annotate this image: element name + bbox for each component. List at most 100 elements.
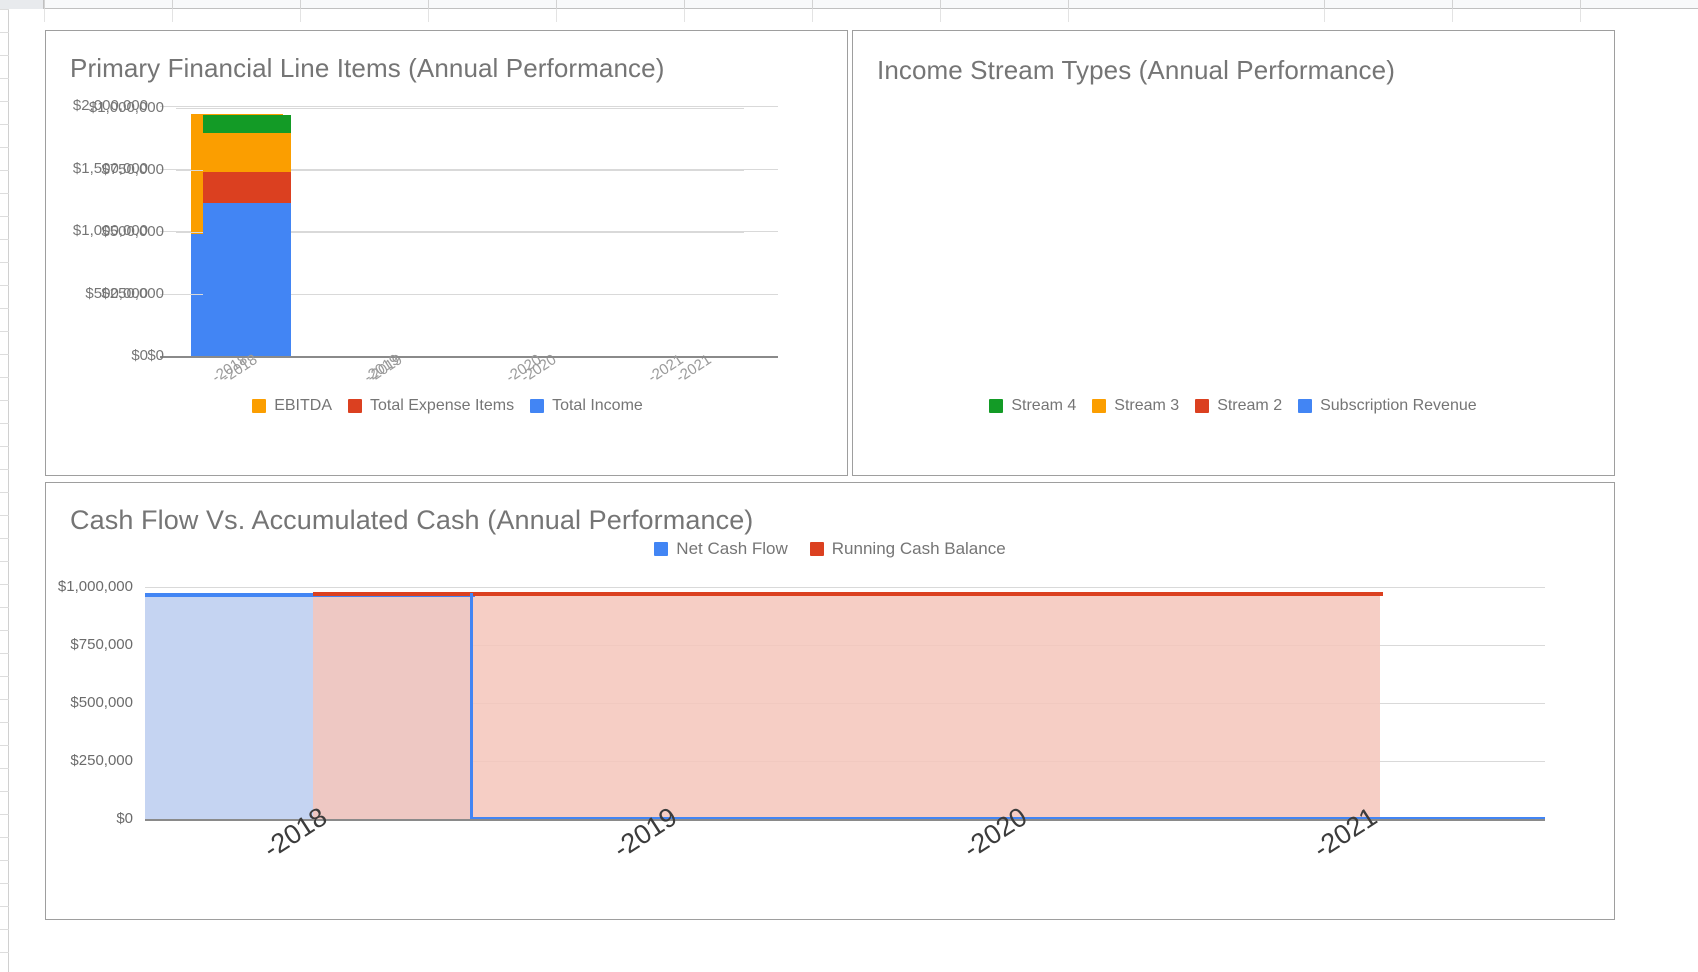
legend-swatch-subscription-revenue — [1298, 399, 1313, 413]
column-divider — [1580, 0, 1581, 9]
sheet-gridline-vertical — [684, 9, 685, 22]
column-divider — [172, 0, 173, 9]
legend-label: Subscription Revenue — [1320, 397, 1477, 414]
bar-segment-stream-4[interactable] — [203, 115, 291, 133]
legend-label: Stream 3 — [1114, 397, 1180, 414]
chart-legend: Net Cash Flow Running Cash Balance — [46, 539, 1614, 559]
row-divider — [0, 469, 9, 470]
row-divider — [0, 285, 9, 286]
row-divider — [0, 193, 9, 194]
sheet-gridline-vertical — [428, 9, 429, 22]
bar-segment-subscription-revenue[interactable] — [203, 203, 291, 356]
row-divider — [0, 216, 9, 217]
row-divider — [0, 308, 9, 309]
row-divider — [0, 262, 9, 263]
legend-item[interactable]: EBITDA — [252, 397, 332, 415]
plot-area-income: $1,000,000 $750,000 $500,000 $250,000 $0 -201… — [89, 99, 744, 386]
sheet-gridline-vertical — [556, 9, 557, 22]
row-divider — [0, 791, 9, 792]
column-divider — [300, 0, 301, 9]
x-axis-line — [176, 356, 744, 358]
chart-title: Cash Flow Vs. Accumulated Cash (Annual P… — [70, 505, 754, 535]
bar-segment-stream-3[interactable] — [203, 132, 291, 173]
legend-item[interactable]: Total Income — [530, 397, 643, 415]
legend-label: Stream 4 — [1011, 397, 1077, 414]
row-divider — [0, 101, 9, 102]
legend-swatch-total-expense-items — [348, 399, 362, 413]
y-axis-tick-label: $500,000 — [70, 694, 133, 711]
sheet-gridline-vertical — [172, 9, 173, 22]
legend-label: EBITDA — [274, 397, 332, 414]
row-divider — [0, 32, 9, 33]
legend-label: Total Income — [552, 397, 643, 414]
row-divider — [0, 929, 9, 930]
y-axis-tick-label: $1,000,000 — [88, 99, 164, 116]
row-divider — [0, 952, 9, 953]
row-divider — [0, 9, 9, 10]
legend-item[interactable]: Subscription Revenue — [1298, 397, 1477, 415]
row-divider — [0, 906, 9, 907]
y-axis-tick-label: $750,000 — [70, 636, 133, 653]
legend-label: Total Expense Items — [370, 397, 515, 414]
legend-swatch-stream-4 — [989, 399, 1004, 413]
row-divider — [0, 147, 9, 148]
column-divider — [1452, 0, 1453, 9]
row-divider — [0, 883, 9, 884]
sheet-gridline-vertical — [940, 9, 941, 22]
column-divider — [1324, 0, 1325, 9]
row-divider — [0, 561, 9, 562]
area-running-cash-balance[interactable] — [313, 595, 1380, 819]
row-divider — [0, 630, 9, 631]
legend-swatch-ebitda — [252, 399, 267, 413]
row-divider — [0, 446, 9, 447]
row-divider — [0, 538, 9, 539]
plot-area-cash-flow: $1,000,000 $750,000 $500,000 $250,000 $0 -201… — [58, 578, 1545, 864]
legend-item[interactable]: Total Expense Items — [348, 397, 514, 415]
screenshot-root: Primary Financial Line Items (Annual Per… — [0, 0, 1698, 972]
y-axis-tick-label: $1,000,000 — [57, 578, 133, 595]
row-divider — [0, 124, 9, 125]
legend-item[interactable]: Stream 2 — [1195, 397, 1282, 415]
row-divider — [0, 722, 9, 723]
row-divider — [0, 377, 9, 378]
row-divider — [0, 653, 9, 654]
legend-swatch-total-income — [530, 399, 545, 413]
legend-item[interactable]: Stream 4 — [989, 397, 1076, 415]
bar-segment-stream-2[interactable] — [203, 172, 291, 204]
gridline — [160, 106, 778, 107]
legend-swatch-stream-2 — [1195, 399, 1210, 413]
spreadsheet-row-headers[interactable] — [0, 9, 9, 972]
row-divider — [0, 400, 9, 401]
column-divider — [812, 0, 813, 9]
gridline — [176, 108, 744, 109]
sheet-gridline-vertical — [300, 9, 301, 22]
column-divider — [1068, 0, 1069, 9]
row-divider — [0, 55, 9, 56]
row-divider — [0, 607, 9, 608]
row-divider — [0, 860, 9, 861]
row-divider — [0, 239, 9, 240]
line-running-cash-balance[interactable] — [313, 592, 1383, 597]
y-axis-tick-label: $0 — [147, 347, 164, 364]
spreadsheet-column-headers[interactable] — [0, 0, 1698, 9]
legend-swatch-stream-3 — [1092, 399, 1107, 413]
legend-item[interactable]: Net Cash Flow — [654, 539, 788, 559]
chart-legend: Stream 4 Stream 3 Stream 2 Subscription Rev… — [873, 397, 1593, 415]
sheet-gridline-vertical — [1452, 9, 1453, 22]
y-axis-tick-label: $0 — [116, 810, 133, 827]
row-divider — [0, 515, 9, 516]
legend-label: Running Cash Balance — [831, 539, 1006, 558]
line-net-cash-flow-drop[interactable] — [470, 593, 473, 819]
sheet-gridline-vertical — [1068, 9, 1069, 22]
row-divider — [0, 331, 9, 332]
chart-card-income-stream-types[interactable]: Income Stream Types (Annual Performance)… — [852, 30, 1615, 476]
spreadsheet-corner-cell[interactable] — [0, 0, 44, 9]
y-axis-tick-label: $500,000 — [101, 223, 164, 240]
column-divider — [684, 0, 685, 9]
sheet-gridline-vertical — [1580, 9, 1581, 22]
legend-item[interactable]: Running Cash Balance — [809, 539, 1006, 559]
sheet-gridline-vertical — [44, 9, 45, 22]
legend-item[interactable]: Stream 3 — [1092, 397, 1179, 415]
gridline — [145, 587, 1545, 588]
row-divider — [0, 837, 9, 838]
